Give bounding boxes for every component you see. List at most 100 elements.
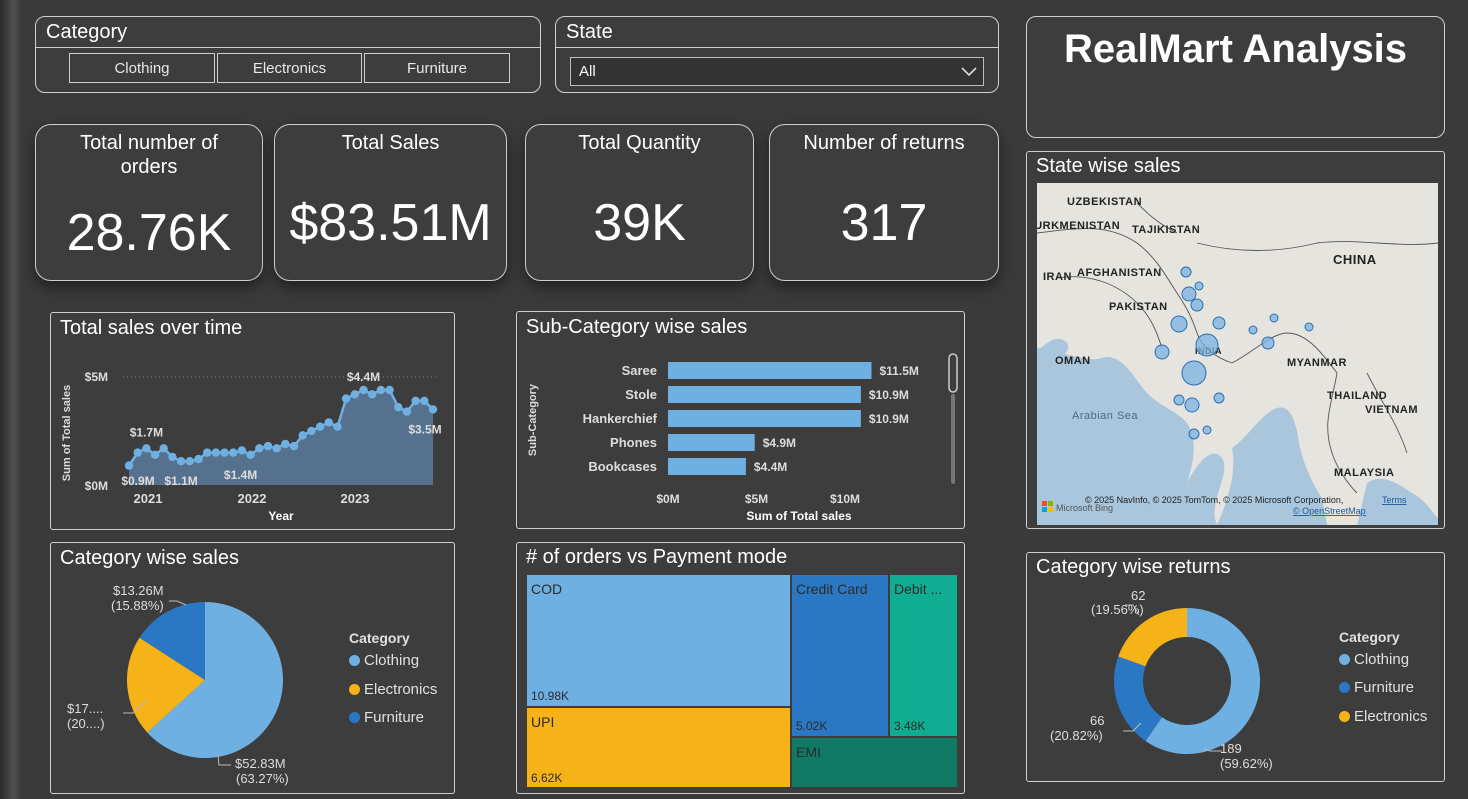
bar: [668, 434, 755, 451]
x-axis-title: Sum of Total sales: [746, 509, 851, 523]
data-label: $3.5M: [408, 422, 441, 436]
category-returns-visual[interactable]: Category wise returns 62 (19.56%) 66 (20…: [1026, 552, 1445, 782]
kpi-value: 28.76K: [66, 204, 232, 262]
scrollbar-track: [951, 394, 955, 484]
data-point: [211, 448, 221, 457]
bar: [668, 458, 746, 475]
map-label: OMAN: [1055, 355, 1091, 367]
sales-over-time-visual[interactable]: Total sales over time Sum of Total sales…: [50, 312, 455, 530]
kpi-value: $83.51M: [289, 194, 492, 252]
data-point: [333, 422, 342, 431]
tile-value: 5.02K: [796, 719, 828, 733]
data-point: [394, 403, 403, 412]
data-point: [411, 396, 420, 405]
legend-item-clothing[interactable]: Clothing: [1339, 651, 1409, 668]
legend-item-clothing[interactable]: Clothing: [349, 652, 419, 669]
kpi-card-sales: Total Sales $83.51M: [274, 124, 507, 281]
data-point: [359, 385, 368, 395]
bar-value-label: $4.4M: [754, 460, 787, 474]
visual-title: State wise sales: [1036, 155, 1181, 177]
treemap-tile-emi[interactable]: EMI: [792, 738, 957, 787]
data-point: [124, 461, 134, 470]
data-point: [368, 390, 377, 399]
legend-item-electronics[interactable]: Electronics: [349, 681, 437, 698]
state-sales-visual[interactable]: State wise sales UZBEKISTAN TURKMENISTAN…: [1026, 151, 1445, 529]
kpi-card-quantity: Total Quantity 39K: [525, 124, 754, 281]
bar: [668, 362, 872, 379]
terms-link: Terms: [1382, 495, 1407, 505]
title-panel: RealMart Analysis: [1026, 16, 1445, 138]
category-option-furniture[interactable]: Furniture: [364, 53, 510, 83]
kpi-card-orders: Total number of orders 28.76K: [35, 124, 263, 281]
donut-label: 62: [1131, 588, 1145, 603]
x-tick-label: $10M: [830, 492, 860, 506]
data-point: [341, 394, 351, 403]
data-point: [289, 441, 299, 451]
legend-label: Furniture: [1354, 679, 1415, 696]
legend-label: Clothing: [1354, 651, 1410, 668]
map-label: Arabian Sea: [1072, 410, 1138, 422]
category-option-clothing[interactable]: Clothing: [69, 53, 215, 83]
state-dropdown[interactable]: All: [570, 57, 984, 86]
data-point: [203, 448, 212, 457]
data-point: [255, 444, 264, 453]
data-point: [385, 385, 394, 395]
map-label: UZBEKISTAN: [1067, 196, 1142, 208]
treemap-tile-credit-card[interactable]: Credit Card 5.02K: [792, 575, 888, 736]
state-slicer: State All: [555, 16, 999, 93]
y-tick-label: $0M: [85, 479, 108, 493]
pie-label: $17....: [67, 701, 103, 716]
state-slicer-title: State: [566, 21, 613, 43]
bar-value-label: $11.5M: [880, 364, 919, 378]
data-point: [315, 422, 325, 431]
data-point: [420, 396, 429, 405]
state-sales-map[interactable]: UZBEKISTAN TURKMENISTAN TAJIKISTAN IRAN …: [1037, 183, 1438, 525]
data-label: $0.9M: [121, 474, 154, 488]
tile-label: Credit Card: [796, 581, 868, 597]
data-label: $4.4M: [347, 370, 380, 384]
legend-dot: [349, 712, 360, 723]
data-point: [307, 426, 316, 436]
scrollbar: [948, 353, 958, 393]
subcategory-sales-visual[interactable]: Sub-Category wise sales Sub-Category Sar…: [516, 311, 965, 529]
area-fill: [129, 390, 433, 485]
data-point: [194, 454, 203, 464]
pie-label: (20....): [67, 716, 105, 731]
treemap-tile-debit-card[interactable]: Debit ... 3.48K: [890, 575, 957, 736]
divider: [36, 47, 540, 48]
treemap-tile-cod[interactable]: COD 10.98K: [527, 575, 790, 706]
data-label: $1.4M: [224, 468, 257, 482]
data-point: [229, 448, 238, 457]
y-tick-label: $5M: [85, 370, 108, 384]
data-point: [246, 450, 255, 459]
map-label: MYANMAR: [1287, 357, 1347, 369]
x-tick-label: 2021: [134, 491, 163, 506]
treemap-tile-upi[interactable]: UPI 6.62K: [527, 708, 790, 787]
donut-label: 66: [1090, 713, 1104, 728]
category-option-electronics[interactable]: Electronics: [217, 53, 362, 83]
legend-item-furniture[interactable]: Furniture: [349, 709, 424, 726]
legend-item-electronics[interactable]: Electronics: [1339, 708, 1427, 725]
data-label: $1.1M: [164, 474, 197, 488]
category-label: Saree: [622, 363, 657, 378]
x-tick-label: $5M: [745, 492, 768, 506]
donut-label: (20.82%): [1050, 728, 1103, 743]
legend-dot: [1339, 654, 1350, 665]
kpi-value: 317: [840, 194, 928, 252]
data-point: [428, 405, 438, 414]
legend-item-furniture[interactable]: Furniture: [1339, 679, 1414, 696]
payment-mode-visual[interactable]: # of orders vs Payment mode COD 10.98K U…: [516, 542, 965, 794]
sales-over-time-chart: Sum of Total sales $5M $0M $0.9M $1.7M $1.…: [61, 370, 442, 523]
visual-title: # of orders vs Payment mode: [526, 546, 788, 568]
legend-dot: [349, 655, 360, 666]
data-point: [376, 385, 386, 395]
pie-label: $52.83M: [235, 756, 286, 771]
category-label: Phones: [610, 435, 657, 450]
tile-label: COD: [531, 581, 563, 597]
bar-value-label: $10.9M: [869, 388, 909, 402]
donut-label: (19.56%): [1091, 602, 1144, 617]
x-tick-label: $0M: [656, 492, 679, 506]
category-slicer: Category Clothing Electronics Furniture: [35, 16, 541, 93]
category-sales-visual[interactable]: Category wise sales $13.26M (15.88%) $17…: [50, 542, 455, 794]
tile-value: 3.48K: [894, 719, 926, 733]
